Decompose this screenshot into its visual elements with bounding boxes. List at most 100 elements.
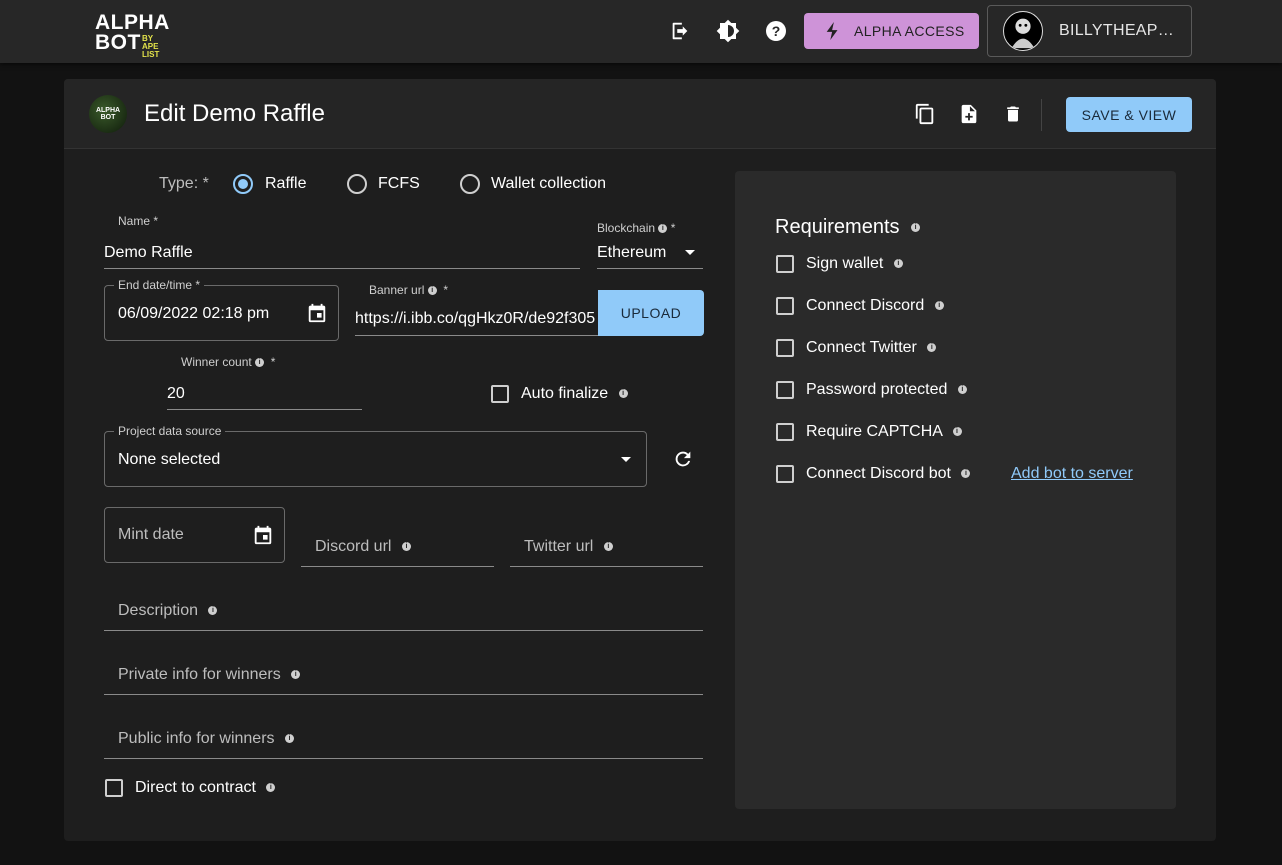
save-and-view-button[interactable]: SAVE & VIEW xyxy=(1066,97,1192,132)
description-field[interactable]: Description i xyxy=(118,602,218,620)
twitter-url-field[interactable]: Twitter url i xyxy=(524,538,613,556)
trash-icon xyxy=(1007,106,1019,122)
require-captcha-label: Require CAPTCHA i xyxy=(806,423,962,441)
end-date-label: End date/time * xyxy=(114,278,205,292)
upload-button[interactable]: UPLOAD xyxy=(598,290,704,336)
svg-text:?: ? xyxy=(772,23,781,39)
discord-url-underline xyxy=(301,566,494,567)
logout-button[interactable] xyxy=(664,15,696,47)
public-info-underline xyxy=(104,758,703,759)
connect-discord-bot-label: Connect Discord bot i xyxy=(806,465,971,483)
type-raffle-radio[interactable] xyxy=(233,174,253,194)
copy-icon xyxy=(915,103,934,125)
connect-discord-label: Connect Discord i xyxy=(806,297,944,315)
info-icon: i xyxy=(893,259,903,269)
info-icon: i xyxy=(927,343,937,353)
connect-discord-checkbox[interactable] xyxy=(776,297,794,315)
banner-url-label: Banner url i * xyxy=(369,283,449,297)
top-app-bar: ALPHA BOT BY APE LIST ? ALPHA ACCESS BILL… xyxy=(0,0,1282,63)
avatar xyxy=(1003,11,1043,51)
project-avatar: ALPHA BOT xyxy=(89,95,127,133)
requirements-title: Requirements i xyxy=(775,216,921,239)
help-icon: ? xyxy=(766,21,786,41)
refresh-icon[interactable] xyxy=(672,448,694,470)
lightning-icon xyxy=(826,22,838,40)
require-captcha-checkbox[interactable] xyxy=(776,423,794,441)
type-wallet-collection-radio[interactable] xyxy=(460,174,480,194)
user-account-button[interactable]: BILLYTHEAP… xyxy=(987,5,1192,57)
info-icon: i xyxy=(618,389,628,399)
project-data-source-value: None selected xyxy=(118,451,221,468)
new-raffle-button[interactable] xyxy=(953,98,985,130)
sign-wallet-label: Sign wallet i xyxy=(806,255,903,273)
info-icon: i xyxy=(284,734,294,744)
duplicate-button[interactable] xyxy=(909,98,941,130)
help-button[interactable]: ? xyxy=(760,15,792,47)
info-icon: i xyxy=(911,223,921,233)
banner-url-underline xyxy=(355,335,598,336)
connect-twitter-label: Connect Twitter i xyxy=(806,339,937,357)
calendar-icon[interactable] xyxy=(252,524,274,546)
alphabot-logo[interactable]: ALPHA BOT BY APE LIST xyxy=(95,12,170,59)
info-icon: i xyxy=(427,286,437,296)
discord-url-field[interactable]: Discord url i xyxy=(315,538,411,556)
type-raffle-label[interactable]: Raffle xyxy=(265,175,307,193)
project-data-source-label: Project data source xyxy=(114,424,226,438)
password-protected-label: Password protected i xyxy=(806,381,967,399)
type-fcfs-radio[interactable] xyxy=(347,174,367,194)
winner-count-field[interactable]: 20 xyxy=(167,385,185,403)
alpha-access-button[interactable]: ALPHA ACCESS xyxy=(804,13,979,49)
info-icon: i xyxy=(208,606,218,616)
logo-by-ape-list: BY APE LIST xyxy=(142,34,160,59)
password-protected-checkbox[interactable] xyxy=(776,381,794,399)
logout-icon xyxy=(672,22,688,40)
public-info-field[interactable]: Public info for winners i xyxy=(118,730,294,748)
winner-count-underline xyxy=(167,409,362,410)
info-icon: i xyxy=(291,670,301,680)
end-date-value[interactable]: 06/09/2022 02:18 pm xyxy=(118,305,269,323)
name-field-label: Name * xyxy=(118,214,159,228)
note-add-icon xyxy=(961,104,977,124)
blockchain-select[interactable]: Ethereum xyxy=(597,244,666,262)
info-icon: i xyxy=(957,385,967,395)
connect-discord-bot-checkbox[interactable] xyxy=(776,465,794,483)
theme-toggle-button[interactable] xyxy=(712,15,744,47)
chevron-down-icon[interactable] xyxy=(620,456,632,463)
connect-twitter-checkbox[interactable] xyxy=(776,339,794,357)
winner-count-label: Winner count i * xyxy=(181,355,276,369)
brightness-icon xyxy=(716,19,740,43)
header-divider xyxy=(1041,99,1042,131)
type-fcfs-label[interactable]: FCFS xyxy=(378,175,420,193)
mint-date-label: Mint date xyxy=(118,526,184,543)
info-icon: i xyxy=(266,783,276,793)
name-field[interactable]: Demo Raffle xyxy=(104,244,193,262)
info-icon: i xyxy=(255,358,265,368)
type-wallet-collection-label[interactable]: Wallet collection xyxy=(491,175,606,193)
page-title: Edit Demo Raffle xyxy=(144,100,325,127)
info-icon: i xyxy=(658,224,668,234)
info-icon: i xyxy=(603,542,613,552)
private-info-underline xyxy=(104,694,703,695)
auto-finalize-label: Auto finalize i xyxy=(521,385,628,403)
info-icon: i xyxy=(934,301,944,311)
add-bot-to-server-link[interactable]: Add bot to server xyxy=(1011,465,1133,483)
chevron-down-icon[interactable] xyxy=(684,249,696,256)
delete-button[interactable] xyxy=(997,98,1029,130)
blockchain-label: Blockchain i * xyxy=(597,221,676,235)
card-header: ALPHA BOT Edit Demo Raffle SAVE & VIEW xyxy=(64,79,1216,149)
blockchain-underline xyxy=(597,268,703,269)
banner-url-field[interactable]: https://i.ibb.co/qgHkz0R/de92f305 xyxy=(355,310,598,328)
twitter-url-underline xyxy=(510,566,703,567)
info-icon: i xyxy=(952,427,962,437)
direct-to-contract-checkbox[interactable] xyxy=(105,779,123,797)
name-field-underline xyxy=(104,268,580,269)
user-name: BILLYTHEAP… xyxy=(1059,22,1175,39)
info-icon: i xyxy=(961,469,971,479)
private-info-field[interactable]: Private info for winners i xyxy=(118,666,301,684)
type-label: Type: * xyxy=(159,175,209,192)
sign-wallet-checkbox[interactable] xyxy=(776,255,794,273)
auto-finalize-checkbox[interactable] xyxy=(491,385,509,403)
calendar-icon[interactable] xyxy=(306,302,328,324)
description-underline xyxy=(104,630,703,631)
info-icon: i xyxy=(401,542,411,552)
